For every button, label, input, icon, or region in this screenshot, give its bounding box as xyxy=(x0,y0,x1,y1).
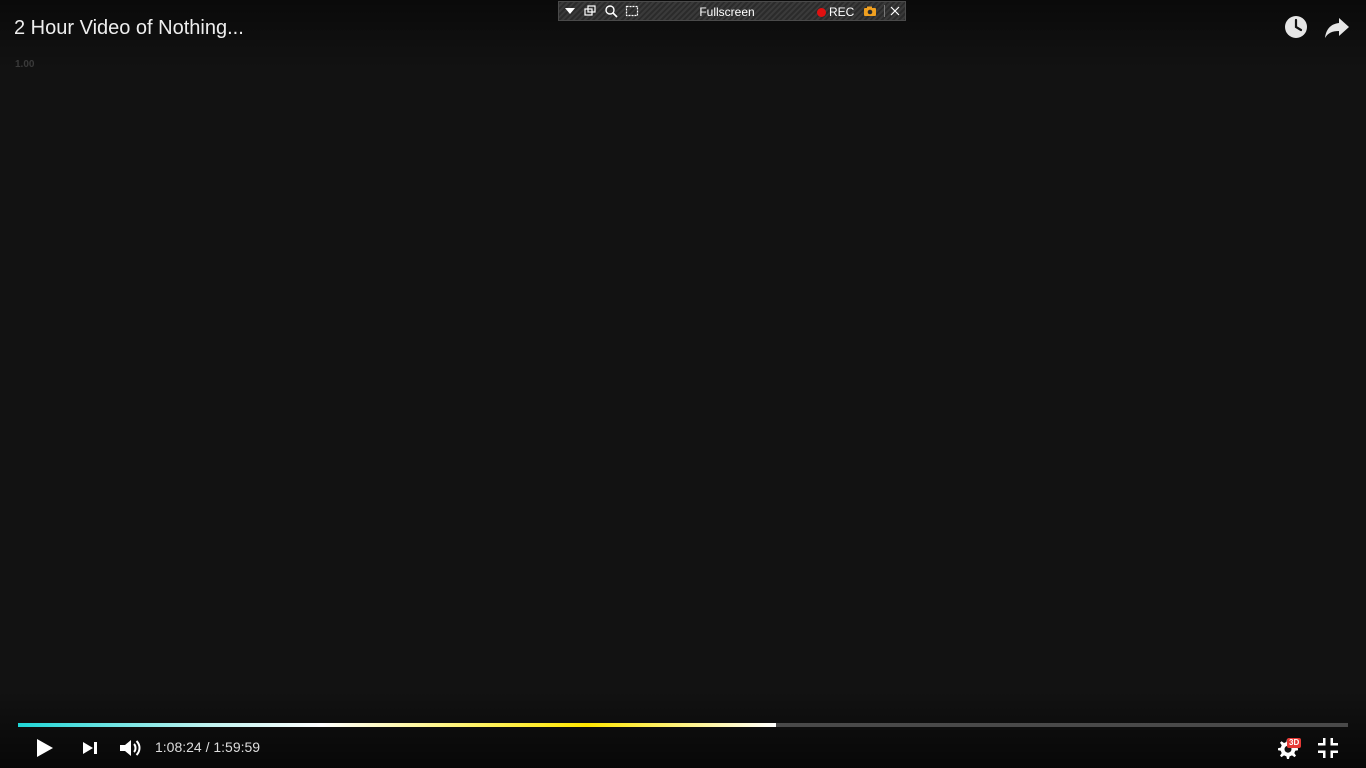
share-icon[interactable] xyxy=(1324,14,1350,40)
toolbar-separator xyxy=(884,5,885,17)
video-player[interactable]: 2 Hour Video of Nothing... 1.00 Fullscre… xyxy=(0,0,1366,768)
camera-icon[interactable] xyxy=(863,4,877,18)
play-button[interactable] xyxy=(31,735,57,761)
close-icon[interactable] xyxy=(888,4,902,18)
next-icon xyxy=(83,742,97,754)
watch-later-icon[interactable] xyxy=(1283,14,1309,40)
volume-button[interactable] xyxy=(117,735,143,761)
next-button[interactable] xyxy=(77,735,103,761)
play-icon xyxy=(37,739,53,757)
playback-speed-label: 1.00 xyxy=(15,59,35,70)
capture-toolbar: Fullscreen REC xyxy=(558,1,906,21)
time-display: 1:08:24 / 1:59:59 xyxy=(155,739,261,755)
3d-badge: 3D xyxy=(1287,738,1302,748)
record-label: REC xyxy=(829,5,855,19)
record-button[interactable]: REC xyxy=(817,4,854,20)
video-title[interactable]: 2 Hour Video of Nothing... xyxy=(14,14,244,42)
exit-fullscreen-button[interactable] xyxy=(1315,735,1341,761)
exit-fullscreen-icon xyxy=(1318,738,1338,758)
progress-bar[interactable] xyxy=(18,723,1348,727)
record-dot-icon xyxy=(817,8,826,17)
bottom-shade xyxy=(0,690,1366,768)
progress-bar-played xyxy=(18,723,777,727)
volume-icon xyxy=(120,740,141,756)
